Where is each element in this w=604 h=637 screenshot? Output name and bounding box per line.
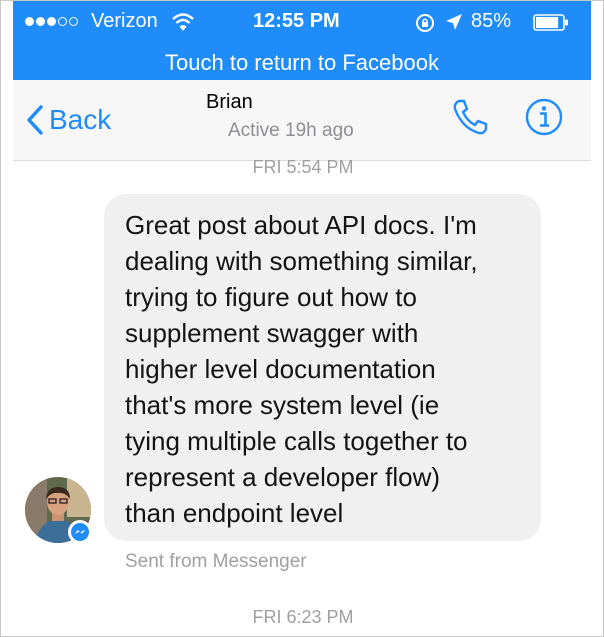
info-icon[interactable]: [525, 98, 563, 136]
phone-icon[interactable]: [450, 97, 490, 137]
conversation-header: Back Brian Active 19h ago: [13, 80, 591, 161]
message-text: Great post about API docs. I'm dealing w…: [125, 210, 478, 528]
chevron-left-icon: [27, 105, 43, 135]
active-status: Active 19h ago: [228, 120, 354, 141]
message-timestamp: FRI 5:54 PM: [252, 157, 354, 177]
messenger-badge-icon: [68, 520, 92, 544]
location-arrow-icon: [446, 14, 462, 30]
clock: 12:55 PM: [253, 10, 340, 32]
contact-name: Brian: [206, 91, 253, 113]
messenger-screen: Verizon 12:55 PM 85% Touch to return to …: [0, 0, 604, 637]
status-bar: Verizon 12:55 PM 85%: [13, 1, 591, 45]
sent-from-label: Sent from Messenger: [125, 551, 307, 572]
wifi-icon: [172, 13, 194, 31]
return-to-facebook-banner[interactable]: Touch to return to Facebook: [13, 45, 591, 80]
back-label: Back: [49, 104, 112, 135]
message-timestamp-2: FRI 6:23 PM: [252, 607, 354, 627]
battery-percent: 85%: [471, 10, 512, 32]
battery-icon: [533, 14, 568, 31]
message-bubble[interactable]: Great post about API docs. I'm dealing w…: [104, 194, 541, 541]
back-button[interactable]: Back: [27, 100, 111, 140]
top-banner: Verizon 12:55 PM 85% Touch to return to …: [13, 1, 591, 80]
signal-strength-icon: [25, 17, 78, 26]
rotation-lock-icon: [416, 14, 434, 32]
carrier-name: Verizon: [91, 10, 158, 32]
